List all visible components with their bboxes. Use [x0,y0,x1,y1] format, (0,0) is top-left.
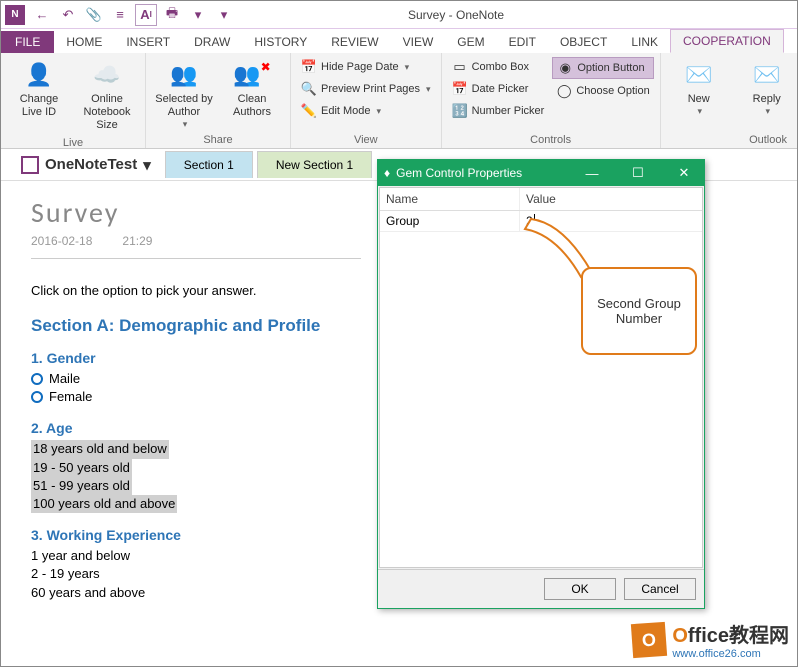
radio-icon: ◉ [557,60,573,76]
list-icon[interactable]: ≡ [109,4,131,26]
calendar-icon: 📅 [301,59,317,75]
dialog-titlebar[interactable]: ♦ Gem Control Properties — ☐ ✕ [378,160,704,186]
tab-history[interactable]: HISTORY [242,31,319,53]
preview-icon: 🔍 [301,81,317,97]
user-icon: 👤 [23,59,55,91]
tab-view[interactable]: VIEW [391,31,446,53]
option-button-button[interactable]: ◉Option Button [552,57,653,79]
attach-icon[interactable]: 📎 [83,4,105,26]
col-name: Name [380,188,520,210]
tab-draw[interactable]: DRAW [182,31,242,53]
tab-review[interactable]: REVIEW [319,31,390,53]
cloud-icon: ☁️ [91,59,123,91]
close-button[interactable]: ✕ [664,165,704,181]
combo-box-button[interactable]: ▭Combo Box [448,57,549,77]
print-icon[interactable]: 🖶 [161,4,183,26]
date-icon: 📅 [452,81,468,97]
tab-file[interactable]: FILE [1,31,54,53]
tab-gem[interactable]: GEM [445,31,496,53]
group-label: Share [152,132,284,148]
page-date: 2016-02-18 [31,234,92,248]
new-mail-button[interactable]: ✉️New [667,57,731,119]
minimize-button[interactable]: — [572,166,612,181]
radio-icon[interactable] [31,373,43,385]
edit-mode-button[interactable]: ✏️Edit Mode [297,101,435,121]
onenote-icon: N [5,5,25,25]
group-share: 👥Selected by Author 👥✖Clean Authors Shar… [146,53,291,148]
group-label: Outlook [667,132,798,148]
number-icon: 🔢 [452,103,468,119]
clean-icon: 👥✖ [236,59,268,91]
tab-home[interactable]: HOME [54,31,114,53]
mail-icon: ✉️ [683,59,715,91]
choose-option-button[interactable]: ◯Choose Option [552,81,653,101]
notebook-title[interactable]: OneNoteTest ▾ [11,152,161,178]
section-tab-1[interactable]: Section 1 [165,151,253,178]
prop-name: Group [380,211,520,231]
watermark: O Office教程网 www.office26.com [632,619,789,660]
group-controls: ▭Combo Box 📅Date Picker 🔢Number Picker ◉… [442,53,661,148]
combo-icon: ▭ [452,59,468,75]
reply-button[interactable]: ✉️Reply [735,57,798,119]
page-time: 21:29 [122,234,152,248]
tab-cooperation[interactable]: COOPERATION [670,29,784,53]
tab-link[interactable]: LINK [619,31,670,53]
pencil-icon: ✏️ [301,103,317,119]
callout-text: Second Group Number [583,296,695,326]
section-tab-2[interactable]: New Section 1 [257,151,372,178]
ok-button[interactable]: OK [544,578,616,600]
tab-insert[interactable]: INSERT [114,31,182,53]
page-icon[interactable]: ▾ [213,4,235,26]
title-bar: N ← ↶ 📎 ≡ AI 🖶 ▾ ▾ Survey - OneNote [1,1,797,29]
undo-icon[interactable]: ↶ [57,4,79,26]
preview-print-button[interactable]: 🔍Preview Print Pages [297,79,435,99]
group-label: Live [7,135,139,151]
notebook-icon [21,156,39,174]
tab-edit[interactable]: EDIT [497,31,548,53]
number-picker-button[interactable]: 🔢Number Picker [448,101,549,121]
date-picker-button[interactable]: 📅Date Picker [448,79,549,99]
watermark-url: www.office26.com [672,648,789,660]
tab-object[interactable]: OBJECT [548,31,619,53]
maximize-button[interactable]: ☐ [618,165,658,181]
quick-access-toolbar: ← ↶ 📎 ≡ AI 🖶 ▾ ▾ [31,4,235,26]
callout-bubble: Second Group Number [581,267,697,355]
choose-icon: ◯ [556,83,572,99]
hide-page-date-button[interactable]: 📅Hide Page Date [297,57,435,77]
notebook-size-button[interactable]: ☁️Online Notebook Size [75,57,139,135]
radio-icon[interactable] [31,391,43,403]
gem-icon: ♦ [384,166,390,180]
group-label: View [297,132,435,148]
ribbon: 👤Change Live ID ☁️Online Notebook Size L… [1,53,797,149]
clean-authors-button[interactable]: 👥✖Clean Authors [220,57,284,121]
a-icon[interactable]: AI [135,4,157,26]
change-live-id-button[interactable]: 👤Change Live ID [7,57,71,121]
group-view: 📅Hide Page Date 🔍Preview Print Pages ✏️E… [291,53,442,148]
col-value: Value [520,188,702,210]
selected-by-author-button[interactable]: 👥Selected by Author [152,57,216,132]
group-live: 👤Change Live ID ☁️Online Notebook Size L… [1,53,146,148]
cancel-button[interactable]: Cancel [624,578,696,600]
reply-icon: ✉️ [751,59,783,91]
ribbon-tabs: FILE HOME INSERT DRAW HISTORY REVIEW VIE… [1,29,797,53]
group-label: Controls [448,132,654,148]
author-icon: 👥 [168,59,200,91]
dialog-title: Gem Control Properties [396,166,522,180]
back-icon[interactable]: ← [31,4,53,26]
group-outlook: ✉️New ✉️Reply 📋Field ⚑Tasks Outlook [661,53,798,148]
window-title: Survey - OneNote [235,8,677,22]
watermark-logo: O [631,621,667,657]
doc-icon[interactable]: ▾ [187,4,209,26]
